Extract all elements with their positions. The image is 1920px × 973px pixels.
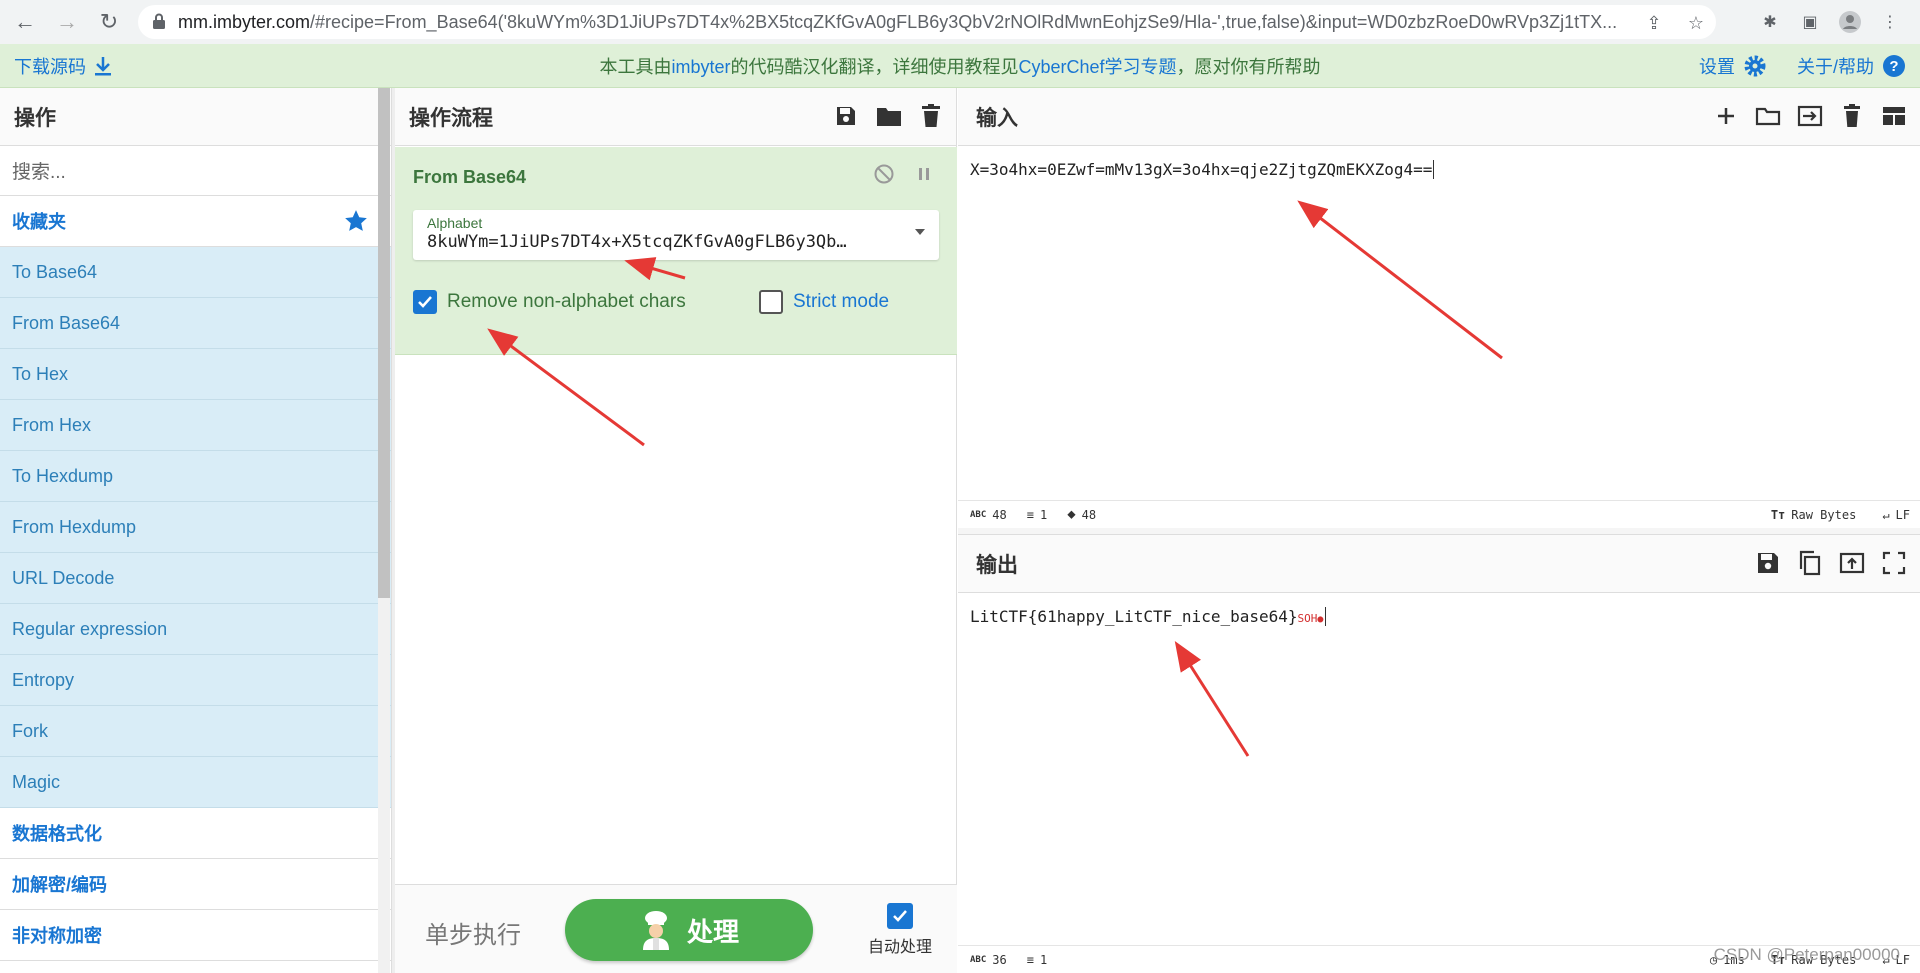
svg-text:?: ? [1889,58,1898,75]
recipe-operation-from-base64: From Base64 Alphabet 8kuWYm=1JiUPs7DT4x+… [395,147,957,355]
operation-item[interactable]: URL Decode [0,553,391,604]
input-panel: 输入 X=3o4hx=0EZwf=mMv13gX=3o4hx=qje2ZjtgZ… [958,88,1920,528]
input-eol-select[interactable]: ↵ LF [1882,508,1910,522]
operation-item[interactable]: From Hexdump [0,502,391,553]
profile-avatar-icon[interactable] [1838,10,1862,34]
extensions-icon[interactable]: ✱ [1758,10,1782,34]
star-icon[interactable] [343,208,369,234]
tutorial-link[interactable]: CyberChef学习专题 [1018,57,1176,77]
chevron-down-icon[interactable] [915,229,925,235]
location-pin-icon: ⬥ [1067,507,1076,521]
save-output-icon[interactable] [1754,549,1782,577]
step-button[interactable]: 单步执行 [425,915,521,950]
input-encoding-select[interactable]: Tт Raw Bytes [1771,508,1856,522]
input-text-area[interactable]: X=3o4hx=0EZwf=mMv13gX=3o4hx=qje2ZjtgZQmE… [970,160,1435,179]
browser-toolbar: ← → ↻ mm.imbyter.com/#recipe=From_Base64… [0,0,1920,44]
text-cursor: ​ [1433,160,1435,179]
strict-mode-checkbox[interactable]: Strict mode [759,290,889,314]
operation-item[interactable]: Regular expression [0,604,391,655]
operations-panel: 操作 搜索... 收藏夹 To Base64 From Base64 To He… [0,88,392,973]
add-tab-icon[interactable] [1712,102,1740,130]
maximise-icon[interactable] [1880,549,1908,577]
operation-name: From Base64 [413,167,527,187]
favourites-list: To Base64 From Base64 To Hex From Hex To… [0,247,391,808]
alphabet-label: Alphabet [427,215,483,231]
pause-icon[interactable] [913,163,935,185]
settings-button[interactable]: 设置 [1699,53,1767,79]
input-status-bar: ABC 48 ≡ 1 ⬥ 48 Tт Raw Bytes ↵ LF [958,500,1920,528]
address-bar[interactable]: mm.imbyter.com/#recipe=From_Base64('8kuW… [138,5,1716,39]
gear-icon [1744,55,1766,76]
text-encoding-icon: Tт [1770,507,1786,522]
scrollbar-thumb[interactable] [378,88,390,598]
operation-item[interactable]: To Hexdump [0,451,391,502]
forward-icon[interactable]: → [50,5,84,39]
text-cursor: ​ [1325,607,1327,626]
length-icon: ABC [970,509,987,520]
operations-title: 操作 [0,88,391,146]
length-icon: ABC [970,954,987,965]
bookmark-star-icon[interactable]: ☆ [1684,11,1708,35]
reset-layout-icon[interactable] [1880,102,1908,130]
help-icon: ? [1883,54,1905,77]
open-folder-icon[interactable] [1754,102,1782,130]
auto-bake-checkbox[interactable]: 自动处理 [855,903,945,957]
checkbox-checked-icon[interactable] [887,903,913,929]
watermark: CSDN @Peterpan00000 [1713,945,1900,964]
checkbox-unchecked-icon[interactable] [759,290,783,314]
url-path: /#recipe=From_Base64('8kuWYm%3D1JiUPs7DT… [310,11,1618,32]
output-text-area[interactable]: LitCTF{61happy_LitCTF_nice_base64}SOH●​ [970,607,1327,626]
save-icon[interactable] [834,104,858,128]
reload-icon[interactable]: ↻ [92,5,126,39]
operation-item[interactable]: Magic [0,757,391,808]
imbyter-link[interactable]: imbyter [671,57,730,77]
operations-search-input[interactable]: 搜索... [0,146,391,196]
banner-message: 本工具由imbyter的代码酷汉化翻译，详细使用教程见CyberChef学习专题… [599,56,1321,77]
open-file-icon[interactable] [1796,102,1824,130]
remove-non-alphabet-checkbox[interactable]: Remove non-alphabet chars [413,290,686,314]
category-public-key[interactable]: 非对称加密 [0,910,391,961]
operations-scrollbar[interactable] [378,88,390,973]
recipe-controls: 单步执行 处理 自动处理 [395,884,957,973]
chef-icon [642,911,669,950]
operation-item[interactable]: From Base64 [0,298,391,349]
share-icon[interactable]: ⇪ [1642,11,1666,35]
output-title: 输出 [958,535,1920,593]
lock-icon [153,13,165,29]
category-favourites[interactable]: 收藏夹 [0,196,391,247]
copy-icon[interactable] [1796,549,1824,577]
menu-kebab-icon[interactable]: ⋮ [1878,10,1902,34]
lines-icon: ≡ [1026,507,1034,522]
input-title: 输入 [958,88,1920,146]
return-icon: ↵ [1882,507,1890,522]
clear-input-icon[interactable] [1838,102,1866,130]
alphabet-select[interactable]: Alphabet 8kuWYm=1JiUPs7DT4x+X5tcqZKfGvA0… [413,210,939,260]
about-help-button[interactable]: 关于/帮助 ? [1797,53,1906,79]
category-data-format[interactable]: 数据格式化 [0,808,391,859]
checkbox-checked-icon[interactable] [413,290,437,314]
output-panel: 输出 LitCTF{61happy_LitCTF_nice_base64}SOH… [958,534,1920,973]
info-banner: 下载源码 本工具由imbyter的代码酷汉化翻译，详细使用教程见CyberChe… [0,44,1920,88]
category-encryption-encoding[interactable]: 加解密/编码 [0,859,391,910]
operation-item[interactable]: From Hex [0,400,391,451]
recipe-panel: 操作流程 From Base64 Alphabet 8kuWYm=1JiUPs7… [395,88,957,973]
lines-icon: ≡ [1026,952,1034,967]
operation-item[interactable]: To Hex [0,349,391,400]
operation-item[interactable]: Entropy [0,655,391,706]
trash-icon[interactable] [920,104,942,128]
operation-item[interactable]: Fork [0,706,391,757]
operation-item[interactable]: To Base64 [0,247,391,298]
back-icon[interactable]: ← [8,5,42,39]
url-host: mm.imbyter.com [178,11,311,32]
folder-icon[interactable] [876,104,902,128]
replace-input-icon[interactable] [1838,549,1866,577]
alphabet-value: 8kuWYm=1JiUPs7DT4x+X5tcqZKfGvA0gFLB6y3Qb… [427,232,847,252]
side-panel-icon[interactable]: ▣ [1798,10,1822,34]
disable-icon[interactable] [873,163,895,185]
control-char-soh: SOH [1297,612,1318,625]
recipe-title: 操作流程 [395,88,956,146]
bake-button[interactable]: 处理 [565,899,813,961]
